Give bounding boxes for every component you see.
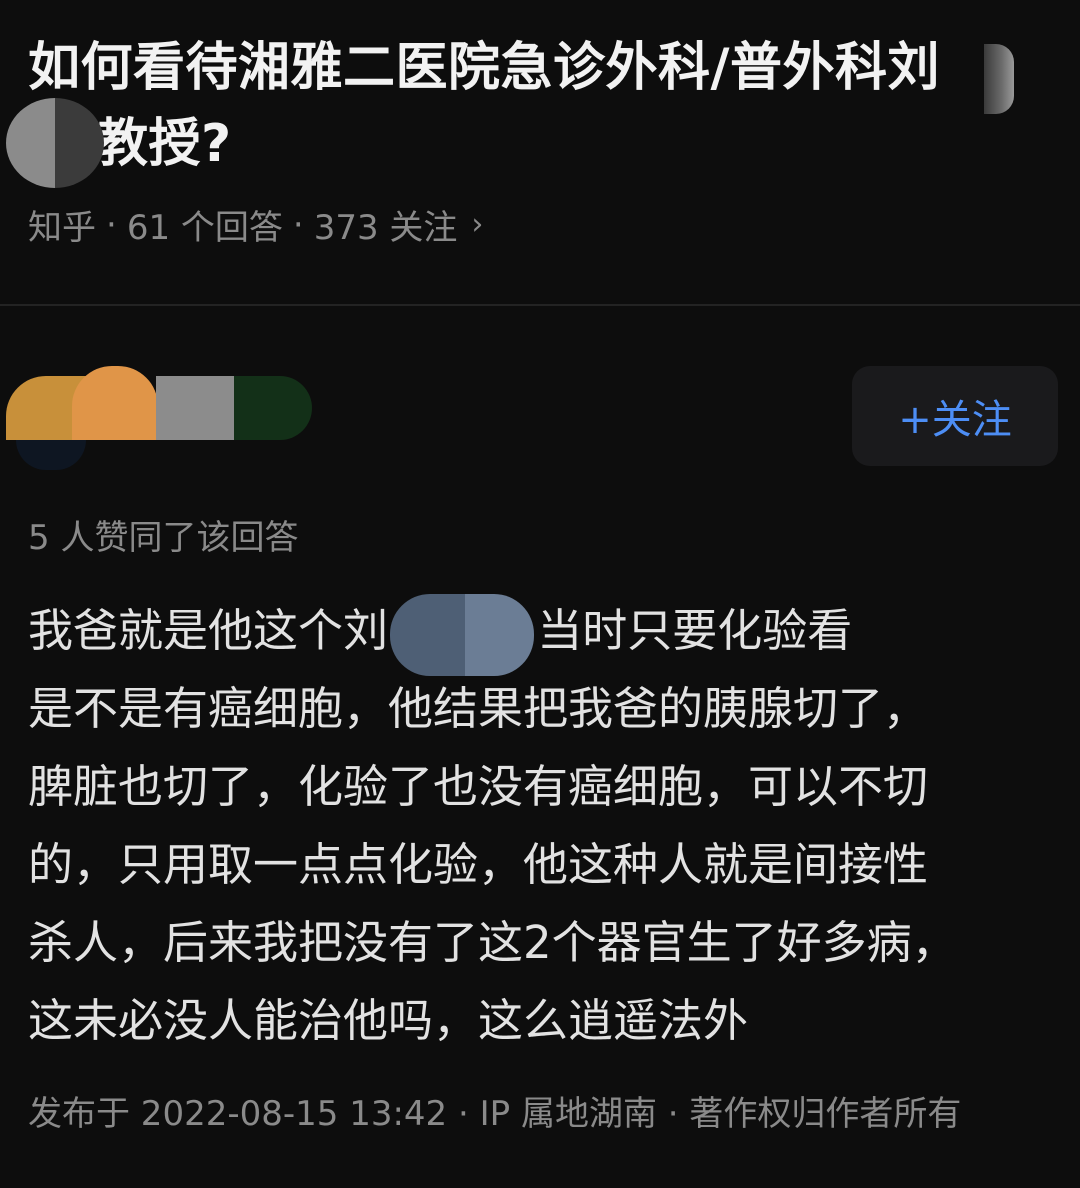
redaction-blur bbox=[6, 98, 104, 188]
answer-line: 的，只用取一点点化验，他这种人就是间接性 bbox=[28, 838, 929, 891]
answer-line: 这未必没人能治他吗，这么逍遥法外 bbox=[28, 994, 749, 1047]
meta-separator: · bbox=[292, 204, 304, 245]
answer-count: 61 个回答 bbox=[126, 208, 283, 248]
redaction-blur bbox=[984, 44, 1014, 114]
answer-body: 我爸就是他这个刘 做的，当时只要化验看 是不是有癌细胞，他结果把我爸的胰腺切了，… bbox=[28, 592, 1058, 1060]
question-header: 如何看待湘雅二医院急诊外科/普外科刘 教授? 知乎 · 61 个回答 · 373… bbox=[0, 0, 1080, 300]
divider bbox=[0, 304, 1080, 306]
chevron-right-icon: › bbox=[471, 207, 484, 242]
follow-button[interactable]: +关注 bbox=[852, 366, 1058, 466]
question-title[interactable]: 如何看待湘雅二医院急诊外科/普外科刘 教授? bbox=[28, 30, 1018, 182]
answer-line: 脾脏也切了，化验了也没有癌细胞，可以不切 bbox=[28, 760, 929, 813]
redaction-blur bbox=[390, 594, 534, 676]
author-row: +关注 bbox=[0, 340, 1080, 480]
answer-footer: 发布于 2022-08-15 13:42 · IP 属地湖南 · 著作权归作者所… bbox=[28, 1094, 962, 1134]
author-avatar-redacted[interactable] bbox=[6, 366, 312, 476]
question-title-line-1: 如何看待湘雅二医院急诊外科/普外科刘 bbox=[28, 38, 940, 98]
follow-count: 373 关注 bbox=[313, 208, 458, 248]
answer-line: 我爸就是他这个刘 做的，当时只要化验看 bbox=[28, 604, 853, 657]
meta-separator: · bbox=[106, 204, 117, 245]
source-label: 知乎 bbox=[28, 208, 96, 248]
answer-line: 是不是有癌细胞，他结果把我爸的胰腺切了， bbox=[28, 682, 929, 735]
answer-line: 杀人，后来我把没有了这2个器官生了好多病， bbox=[28, 916, 957, 969]
vote-summary: 5 人赞同了该回答 bbox=[28, 518, 299, 558]
question-meta[interactable]: 知乎 · 61 个回答 · 373 关注 › bbox=[28, 200, 483, 249]
